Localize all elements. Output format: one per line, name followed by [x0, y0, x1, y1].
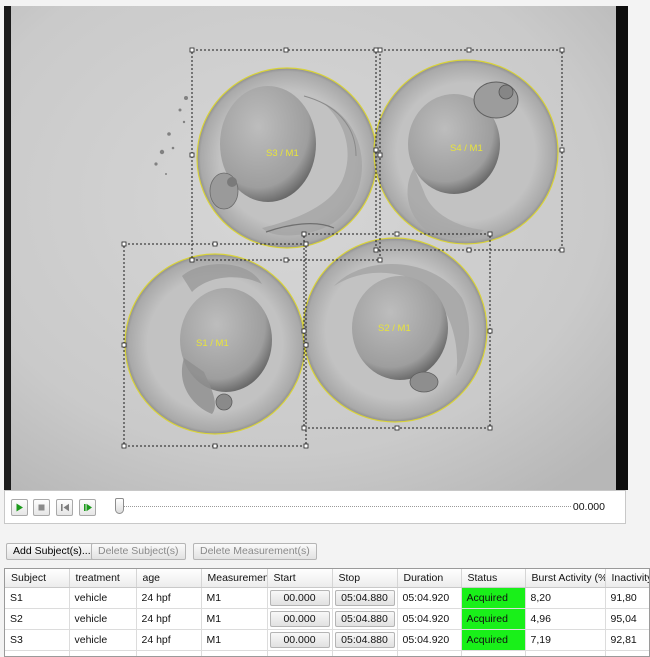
cell-burst-activity: 7,19	[525, 629, 606, 651]
cell-burst-activity: 4,96	[525, 608, 606, 630]
cell-subject: S1	[5, 587, 70, 609]
stop-time-button[interactable]: 05:04.880	[334, 590, 395, 606]
cell-age: 24 hpf	[136, 608, 202, 630]
stop-time-button[interactable]: 05:04.880	[334, 611, 395, 627]
column-header-start[interactable]: Start	[267, 569, 333, 588]
start-button[interactable]: 00.000	[269, 590, 330, 606]
subjects-table: Subject treatment age Measurement Start …	[4, 568, 650, 657]
timeline-thumb[interactable]	[115, 498, 124, 514]
cell-measurement: M1	[201, 587, 268, 609]
table-row[interactable]: S3 vehicle 24 hpf M1 00.000 05:04.880 05…	[5, 629, 649, 651]
table-header-row: Subject treatment age Measurement Start …	[5, 569, 649, 588]
start-button[interactable]: 00.000	[269, 632, 330, 648]
playback-bar: 00.000	[4, 490, 626, 524]
cell-subject: S2	[5, 608, 70, 630]
cell-duration: 05:04.920	[397, 629, 462, 651]
cell-burst-activity: 8,20	[525, 587, 606, 609]
stop-icon	[38, 504, 45, 511]
cell-duration: 05:04.920	[397, 587, 462, 609]
column-header-subject[interactable]: Subject	[5, 569, 70, 588]
column-header-status[interactable]: Status	[461, 569, 526, 588]
cell-age: 24 hpf	[136, 629, 202, 651]
cell-duration: 05:04.920	[397, 608, 462, 630]
cell-stop: 05:04.880	[332, 587, 398, 609]
cell-treatment: vehicle	[69, 587, 137, 609]
column-header-inactivity[interactable]: Inactivity	[605, 569, 649, 588]
cell-stop: 05:04.880	[332, 629, 398, 651]
stop-time-button[interactable]: 05:04.880	[334, 632, 395, 648]
table-row-empty	[5, 650, 649, 656]
play-button[interactable]	[11, 499, 28, 516]
cell-treatment: vehicle	[69, 629, 137, 651]
cell-start: 00.000	[267, 629, 333, 651]
delete-measurements-button[interactable]: Delete Measurement(s)	[193, 543, 317, 560]
start-button[interactable]: 00.000	[269, 611, 330, 627]
cell-inactivity: 91,80	[605, 587, 649, 609]
status-badge: Acquired	[461, 587, 526, 609]
column-header-duration[interactable]: Duration	[397, 569, 462, 588]
cell-start: 00.000	[267, 608, 333, 630]
step-back-button[interactable]	[56, 499, 73, 516]
subject-label-s1: S1 / M1	[196, 338, 229, 349]
status-badge: Acquired	[461, 629, 526, 651]
cell-start: 00.000	[267, 587, 333, 609]
step-back-icon	[60, 503, 69, 512]
subject-label-s2: S2 / M1	[378, 323, 411, 334]
left-frame-edge	[4, 6, 11, 490]
cell-inactivity: 95,04	[605, 608, 649, 630]
add-subjects-button[interactable]: Add Subject(s)...	[6, 543, 98, 560]
cell-measurement: M1	[201, 629, 268, 651]
stop-button[interactable]	[33, 499, 50, 516]
table-row[interactable]: S1 vehicle 24 hpf M1 00.000 05:04.880 05…	[5, 587, 649, 609]
timeline-slider[interactable]	[115, 495, 571, 519]
column-header-stop[interactable]: Stop	[332, 569, 398, 588]
right-frame-edge	[616, 6, 628, 490]
status-badge: Acquired	[461, 608, 526, 630]
column-header-age[interactable]: age	[136, 569, 202, 588]
video-view[interactable]: S3 / M1 S4 / M1 S1 / M1 S2 / M1	[4, 6, 628, 490]
cell-treatment: vehicle	[69, 608, 137, 630]
time-readout: 00.000	[572, 501, 605, 513]
subject-label-s4: S4 / M1	[450, 143, 483, 154]
cell-inactivity: 92,81	[605, 629, 649, 651]
cell-age: 24 hpf	[136, 587, 202, 609]
delete-subjects-button[interactable]: Delete Subject(s)	[91, 543, 186, 560]
column-header-burst-activity[interactable]: Burst Activity (%)	[525, 569, 606, 588]
subject-label-s3: S3 / M1	[266, 148, 299, 159]
column-header-treatment[interactable]: treatment	[69, 569, 137, 588]
play-icon	[16, 503, 23, 512]
app-window: S3 / M1 S4 / M1 S1 / M1 S2 / M1 00.000 A…	[0, 0, 650, 657]
cell-subject: S3	[5, 629, 70, 651]
column-header-measurement[interactable]: Measurement	[201, 569, 268, 588]
step-forward-icon	[83, 503, 92, 512]
video-frame: S3 / M1 S4 / M1 S1 / M1 S2 / M1	[4, 6, 628, 490]
step-forward-button[interactable]	[79, 499, 96, 516]
cell-stop: 05:04.880	[332, 608, 398, 630]
table-row[interactable]: S2 vehicle 24 hpf M1 00.000 05:04.880 05…	[5, 608, 649, 630]
timeline-track	[117, 506, 571, 507]
cell-measurement: M1	[201, 608, 268, 630]
